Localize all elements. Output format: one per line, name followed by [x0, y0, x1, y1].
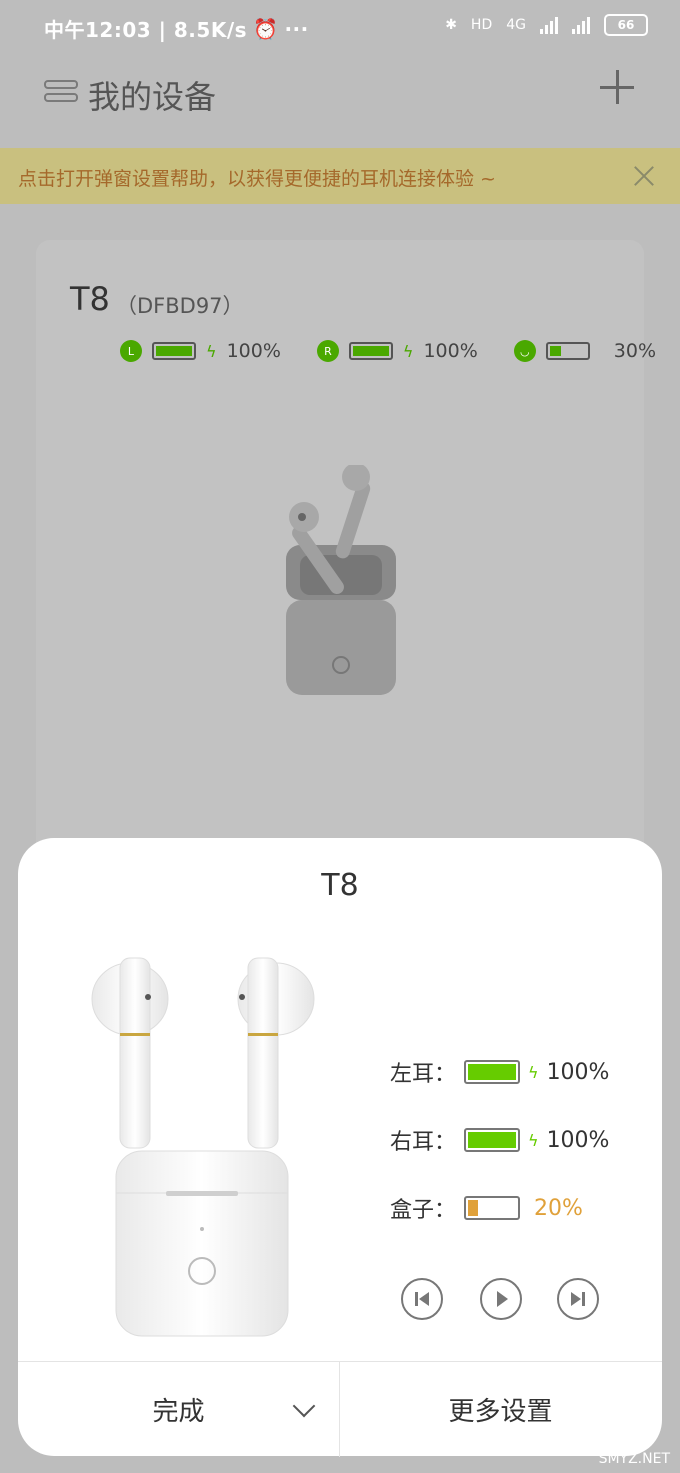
app-header: 我的设备	[0, 60, 680, 130]
play-button[interactable]	[480, 1278, 522, 1320]
device-battery-row: L ϟ 100% R ϟ 100% ◡ 30%	[120, 340, 656, 362]
case-battery-pct: 30%	[613, 340, 657, 362]
case-battery-icon	[545, 342, 590, 360]
case-badge-icon: ◡	[513, 340, 536, 362]
right-ear-label: 右耳：	[390, 1130, 457, 1155]
status-left: 中午12:03 | 8.5K/s ⏰ ···	[44, 14, 309, 43]
more-icon: ···	[284, 16, 309, 41]
left-ear-label: 左耳：	[390, 1062, 457, 1087]
close-icon[interactable]	[632, 164, 656, 188]
left-battery-icon	[152, 342, 196, 360]
battery-level: 66	[617, 18, 635, 32]
case-battery-icon	[464, 1196, 520, 1220]
case-row: 盒子： 20%	[390, 1192, 583, 1224]
device-list-icon[interactable]	[44, 80, 78, 106]
right-ear-row: 右耳： ϟ 100%	[390, 1124, 609, 1156]
device-id: （DFBD97）	[116, 294, 244, 318]
previous-icon	[415, 1292, 429, 1306]
add-device-icon[interactable]	[600, 70, 634, 104]
charging-icon: ϟ	[206, 341, 217, 361]
charging-icon: ϟ	[402, 341, 414, 361]
case-label: 盒子：	[390, 1198, 457, 1223]
play-icon	[497, 1291, 508, 1307]
left-ear-row: 左耳： ϟ 100%	[390, 1056, 609, 1088]
earbuds-case-image	[91, 957, 315, 1337]
network-label: 4G	[506, 17, 526, 33]
done-label: 完成	[152, 1397, 205, 1427]
left-ear-pct: 100%	[546, 1059, 610, 1085]
chevron-down-icon[interactable]	[292, 1394, 316, 1418]
device-name: T8	[70, 280, 110, 318]
hd-icon: HD	[470, 17, 493, 33]
page-title: 我的设备	[88, 78, 217, 116]
done-button[interactable]: 完成	[18, 1362, 339, 1457]
status-bar: 中午12:03 | 8.5K/s ⏰ ··· ✱ HD 4G 66	[0, 0, 680, 56]
previous-track-button[interactable]	[401, 1278, 443, 1320]
charging-icon: ϟ	[528, 1130, 539, 1150]
popup-title: T8	[321, 868, 359, 903]
signal-icon	[540, 16, 558, 34]
help-banner-text[interactable]: 点击打开弹窗设置帮助，以获得更便捷的耳机连接体验 ~	[18, 164, 496, 191]
battery-icon: 66	[604, 14, 648, 36]
left-ear-battery-icon	[464, 1060, 520, 1084]
signal-icon-2	[572, 16, 590, 34]
device-popup: T8 左耳： ϟ 100% 右耳： ϟ 100% 盒子： 20% 完成 更多设置	[18, 838, 662, 1457]
case-pct: 20%	[534, 1195, 583, 1221]
earbuds-image	[286, 465, 396, 695]
right-battery-icon	[348, 342, 393, 360]
right-badge: R	[316, 340, 339, 362]
watermark: SMYZ.NET	[598, 1451, 670, 1467]
popup-footer: 完成 更多设置	[18, 1361, 662, 1457]
status-right: ✱ HD 4G 66	[445, 14, 648, 36]
help-banner[interactable]: 点击打开弹窗设置帮助，以获得更便捷的耳机连接体验 ~	[0, 148, 680, 204]
next-track-button[interactable]	[557, 1278, 599, 1320]
alarm-icon: ⏰	[253, 16, 279, 41]
bluetooth-icon: ✱	[445, 17, 457, 33]
left-badge: L	[120, 340, 142, 362]
device-card[interactable]: T8 （DFBD97） L ϟ 100% R ϟ 100% ◡ 30%	[36, 240, 656, 860]
right-ear-pct: 100%	[546, 1127, 610, 1153]
status-time: 中午12:03 | 8.5K/s	[44, 18, 248, 42]
right-battery-pct: 100%	[423, 340, 478, 362]
next-icon	[571, 1292, 585, 1306]
left-battery-pct: 100%	[226, 340, 281, 362]
more-settings-button[interactable]: 更多设置	[340, 1362, 661, 1457]
charging-icon: ϟ	[528, 1062, 539, 1082]
right-ear-battery-icon	[464, 1128, 520, 1152]
more-settings-label: 更多设置	[448, 1397, 553, 1427]
